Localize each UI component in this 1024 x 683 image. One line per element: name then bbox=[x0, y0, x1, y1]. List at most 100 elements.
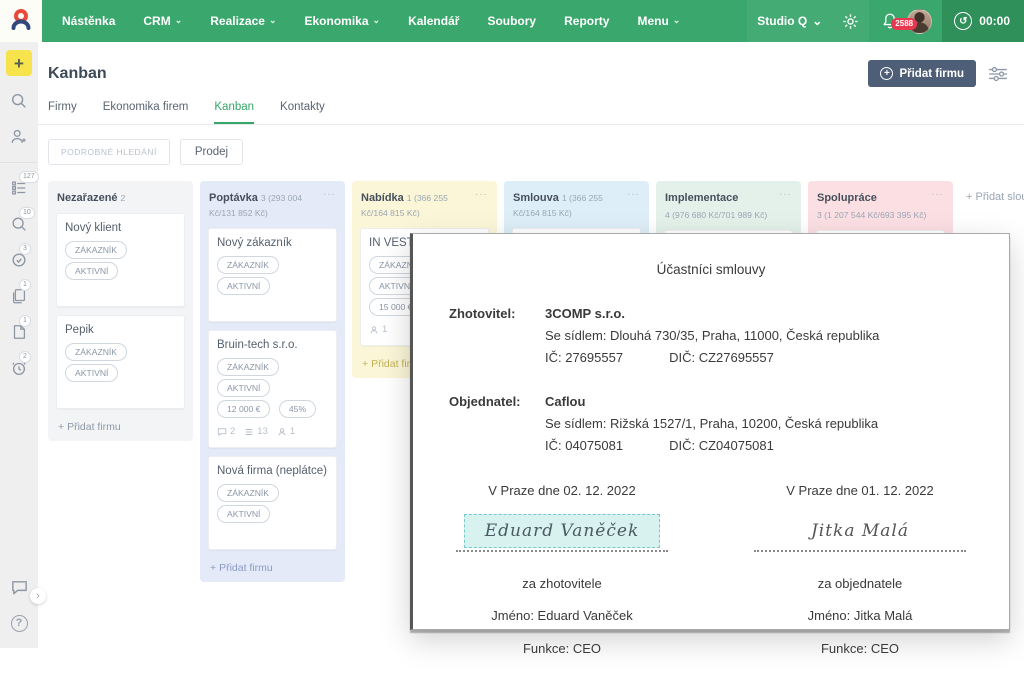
party-role: Zhotovitel: bbox=[449, 303, 545, 369]
kanban-card[interactable]: Bruin-tech s.r.o. ZÁKAZNÍK AKTIVNÍ 12 00… bbox=[208, 330, 337, 448]
menu-item-soubory[interactable]: Soubory bbox=[473, 0, 550, 42]
sidebar-item-files[interactable]: 1 bbox=[8, 321, 30, 343]
contract-document-modal: Účastníci smlouvy Zhotovitel: 3COMP s.r.… bbox=[410, 233, 1010, 630]
page-header: Kanban + Přidat firmu bbox=[38, 42, 1024, 87]
card-meta: 2 13 1 bbox=[217, 426, 328, 437]
signature-line bbox=[456, 550, 668, 552]
topbar-right-group: Studio Q ⌄ 2588 ↺ bbox=[747, 0, 1024, 42]
settings-button[interactable] bbox=[832, 0, 869, 42]
help-button[interactable]: ? bbox=[8, 612, 30, 634]
menu-item-kalendar[interactable]: Kalendář bbox=[394, 0, 473, 42]
quick-add-button[interactable]: + bbox=[6, 50, 32, 76]
tab-kanban[interactable]: Kanban bbox=[214, 101, 254, 124]
plus-circle-icon: + bbox=[880, 67, 893, 80]
sidebar-expand-button[interactable]: › bbox=[30, 588, 46, 604]
party-dic: DIČ: CZ27695557 bbox=[669, 347, 774, 369]
party-zhotovitel: Zhotovitel: 3COMP s.r.o. Se sídlem: Dlou… bbox=[449, 303, 1009, 369]
menu-item-crm[interactable]: CRM⌄ bbox=[129, 0, 196, 42]
column-menu-icon[interactable]: ··· bbox=[475, 190, 488, 200]
sidebar-item-search-saved[interactable]: 10 bbox=[8, 213, 30, 235]
signature-field[interactable]: Eduard Vaněček bbox=[464, 514, 661, 548]
kanban-card[interactable]: Nová firma (neplátce) ZÁKAZNÍK AKTIVNÍ bbox=[208, 456, 337, 550]
sidebar-item-reminders[interactable]: 2 bbox=[8, 357, 30, 379]
kanban-column-poptavka: Poptávka3 (293 004 Kč/131 852 Kč) ··· No… bbox=[200, 181, 345, 582]
board-settings-icon[interactable] bbox=[988, 66, 1008, 82]
add-company-button[interactable]: + Přidat firmu bbox=[868, 60, 976, 87]
top-navigation-bar: Nástěnka CRM⌄ Realizace⌄ Ekonomika⌄ Kale… bbox=[0, 0, 1024, 42]
column-summary: 3 (1 207 544 Kč/693 395 Kč) bbox=[817, 209, 926, 222]
menu-item-nastenka[interactable]: Nástěnka bbox=[48, 0, 129, 42]
column-menu-icon[interactable]: ··· bbox=[323, 190, 336, 200]
signature-for: za objednatele bbox=[818, 576, 903, 591]
signature-for: za zhotovitele bbox=[522, 576, 602, 591]
tasks-badge: 127 bbox=[19, 171, 39, 183]
tag-pill: AKTIVNÍ bbox=[217, 505, 270, 523]
column-menu-icon[interactable]: ··· bbox=[627, 190, 640, 200]
signature-field[interactable]: Jitka Malá bbox=[791, 514, 929, 548]
party-name: Caflou bbox=[545, 391, 878, 413]
tag-pill: AKTIVNÍ bbox=[65, 262, 118, 280]
chevron-down-icon: ⌄ bbox=[812, 14, 822, 28]
plus-icon: + bbox=[14, 55, 24, 72]
sidebar-divider bbox=[0, 162, 38, 163]
column-title: Implementace bbox=[665, 192, 738, 204]
pipeline-select-button[interactable]: Prodej bbox=[180, 139, 243, 165]
notifications-button[interactable]: 2588 bbox=[869, 12, 905, 30]
page-title: Kanban bbox=[48, 65, 107, 83]
workspace-name: Studio Q bbox=[757, 14, 807, 28]
chevron-down-icon: ⌄ bbox=[673, 15, 681, 26]
menu-item-reporty[interactable]: Reporty bbox=[550, 0, 623, 42]
gear-icon bbox=[842, 13, 859, 30]
tag-pill: ZÁKAZNÍK bbox=[217, 256, 279, 274]
column-title: Poptávka bbox=[209, 192, 258, 204]
sidebar-item-documents[interactable]: 1 bbox=[8, 285, 30, 307]
menu-item-menu[interactable]: Menu⌄ bbox=[623, 0, 694, 42]
signature-block-zhotovitel: V Praze dne 02. 12. 2022 Eduard Vaněček … bbox=[413, 483, 711, 656]
main-menu: Nástěnka CRM⌄ Realizace⌄ Ekonomika⌄ Kale… bbox=[48, 0, 694, 42]
filter-bar: PODROBNÉ HLEDÁNÍ Prodej bbox=[38, 125, 1024, 165]
kanban-card[interactable]: Nový klient ZÁKAZNÍK AKTIVNÍ bbox=[56, 213, 185, 307]
sidebar-item-tasks[interactable]: 127 bbox=[8, 177, 30, 199]
menu-item-realizace[interactable]: Realizace⌄ bbox=[196, 0, 290, 42]
party-address: Se sídlem: Dlouhá 730/35, Praha, 11000, … bbox=[545, 325, 879, 347]
column-menu-icon[interactable]: ··· bbox=[779, 190, 792, 200]
kanban-card[interactable]: Pepik ZÁKAZNÍK AKTIVNÍ bbox=[56, 315, 185, 409]
column-title: Spolupráce bbox=[817, 192, 877, 204]
add-company-link[interactable]: + Přidat firmu bbox=[208, 558, 337, 574]
workspace-switcher[interactable]: Studio Q ⌄ bbox=[747, 0, 832, 42]
add-column-link[interactable]: + Přidat sloup bbox=[966, 181, 1024, 203]
add-contact-button[interactable] bbox=[8, 126, 30, 148]
time-badge: 3 bbox=[19, 243, 31, 255]
stopwatch-icon: ↺ bbox=[954, 12, 972, 30]
chat-bubble-icon bbox=[10, 578, 29, 597]
search-button[interactable] bbox=[8, 90, 30, 112]
page-header-actions: + Přidat firmu bbox=[868, 60, 1008, 87]
party-name: 3COMP s.r.o. bbox=[545, 303, 879, 325]
time-tracker[interactable]: ↺ 00:00 bbox=[942, 0, 1024, 42]
sidebar-item-time[interactable]: 3 bbox=[8, 249, 30, 271]
tag-pill: ZÁKAZNÍK bbox=[217, 358, 279, 376]
signature-block-objednatel: V Praze dne 01. 12. 2022 Jitka Malá za o… bbox=[711, 483, 1009, 656]
column-title: Smlouva bbox=[513, 192, 559, 204]
section-tabs: Firmy Ekonomika firem Kanban Kontakty bbox=[38, 87, 1024, 125]
tab-kontakty[interactable]: Kontakty bbox=[280, 101, 325, 124]
advanced-search-button[interactable]: PODROBNÉ HLEDÁNÍ bbox=[48, 139, 170, 165]
signer-function: Funkce: CEO bbox=[821, 641, 899, 656]
party-address: Se sídlem: Rižská 1527/1, Praha, 10200, … bbox=[545, 413, 878, 435]
signer-function: Funkce: CEO bbox=[523, 641, 601, 656]
tag-pill: ZÁKAZNÍK bbox=[65, 343, 127, 361]
party-dic: DIČ: CZ04075081 bbox=[669, 435, 774, 457]
add-company-link[interactable]: + Přidat firmu bbox=[56, 417, 185, 433]
kanban-card[interactable]: Nový zákazník ZÁKAZNÍK AKTIVNÍ bbox=[208, 228, 337, 322]
sidebar-bottom: ? bbox=[8, 562, 30, 634]
chat-support-button[interactable] bbox=[8, 576, 30, 598]
app-logo[interactable] bbox=[0, 0, 42, 42]
menu-item-ekonomika[interactable]: Ekonomika⌄ bbox=[291, 0, 395, 42]
tab-ekonomika-firem[interactable]: Ekonomika firem bbox=[103, 101, 189, 124]
question-icon: ? bbox=[11, 615, 28, 632]
document-title: Účastníci smlouvy bbox=[413, 262, 1009, 277]
chevron-right-icon: › bbox=[36, 590, 40, 602]
column-menu-icon[interactable]: ··· bbox=[931, 190, 944, 200]
kanban-column-nezarazene: Nezařazené2 Nový klient ZÁKAZNÍK AKTIVNÍ… bbox=[48, 181, 193, 441]
tab-firmy[interactable]: Firmy bbox=[48, 101, 77, 124]
